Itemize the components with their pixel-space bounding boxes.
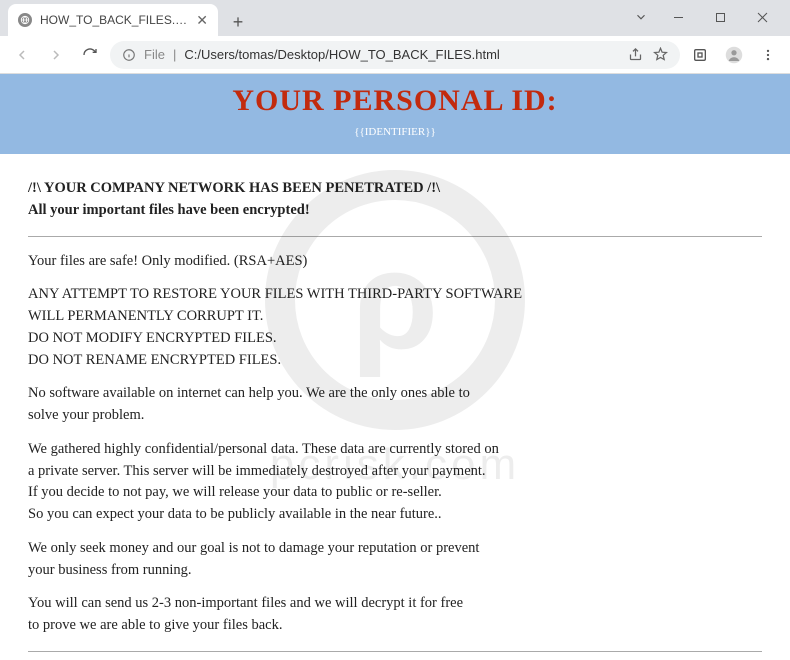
browser-titlebar: HOW_TO_BACK_FILES.html ✕ + bbox=[0, 0, 790, 36]
divider bbox=[28, 651, 762, 652]
headline-2: All your important files have been encry… bbox=[28, 200, 762, 222]
paragraph-goal: We only seek money and our goal is not t… bbox=[28, 538, 762, 582]
paragraph-proof: You will can send us 2-3 non-important f… bbox=[28, 593, 762, 637]
window-maximize-button[interactable] bbox=[700, 4, 740, 30]
bookmark-icon[interactable] bbox=[653, 47, 668, 62]
url-scheme: File bbox=[144, 47, 165, 62]
browser-tab[interactable]: HOW_TO_BACK_FILES.html ✕ bbox=[8, 4, 218, 36]
window-close-button[interactable] bbox=[742, 4, 782, 30]
profile-icon[interactable] bbox=[720, 41, 748, 69]
share-icon[interactable] bbox=[628, 47, 643, 62]
info-icon bbox=[122, 48, 136, 62]
tab-title: HOW_TO_BACK_FILES.html bbox=[40, 13, 188, 27]
reload-button[interactable] bbox=[76, 41, 104, 69]
url-separator: | bbox=[173, 47, 176, 62]
paragraph-safe: Your files are safe! Only modified. (RSA… bbox=[28, 251, 762, 273]
chevron-down-icon[interactable] bbox=[626, 10, 656, 24]
tab-close-button[interactable]: ✕ bbox=[196, 12, 208, 29]
paragraph-data: We gathered highly confidential/personal… bbox=[28, 439, 762, 526]
back-button[interactable] bbox=[8, 41, 36, 69]
extensions-icon[interactable] bbox=[686, 41, 714, 69]
banner: YOUR PERSONAL ID: {{IDENTIFIER}} bbox=[0, 74, 790, 154]
menu-icon[interactable] bbox=[754, 41, 782, 69]
forward-button[interactable] bbox=[42, 41, 70, 69]
browser-toolbar: File | C:/Users/tomas/Desktop/HOW_TO_BAC… bbox=[0, 36, 790, 74]
globe-icon bbox=[18, 13, 32, 27]
ransom-content: /!\ YOUR COMPANY NETWORK HAS BEEN PENETR… bbox=[0, 154, 790, 660]
address-bar[interactable]: File | C:/Users/tomas/Desktop/HOW_TO_BAC… bbox=[110, 41, 680, 69]
window-minimize-button[interactable] bbox=[658, 4, 698, 30]
new-tab-button[interactable]: + bbox=[224, 8, 252, 36]
divider bbox=[28, 236, 762, 237]
page-viewport[interactable]: YOUR PERSONAL ID: {{IDENTIFIER}} /!\ YOU… bbox=[0, 74, 790, 660]
banner-title: YOUR PERSONAL ID: bbox=[0, 84, 790, 118]
banner-identifier: {{IDENTIFIER}} bbox=[0, 126, 790, 138]
headline-1: /!\ YOUR COMPANY NETWORK HAS BEEN PENETR… bbox=[28, 178, 762, 200]
url-path: C:/Users/tomas/Desktop/HOW_TO_BACK_FILES… bbox=[184, 47, 499, 62]
paragraph-warning: ANY ATTEMPT TO RESTORE YOUR FILES WITH T… bbox=[28, 284, 762, 371]
paragraph-nosoftware: No software available on internet can he… bbox=[28, 383, 762, 427]
